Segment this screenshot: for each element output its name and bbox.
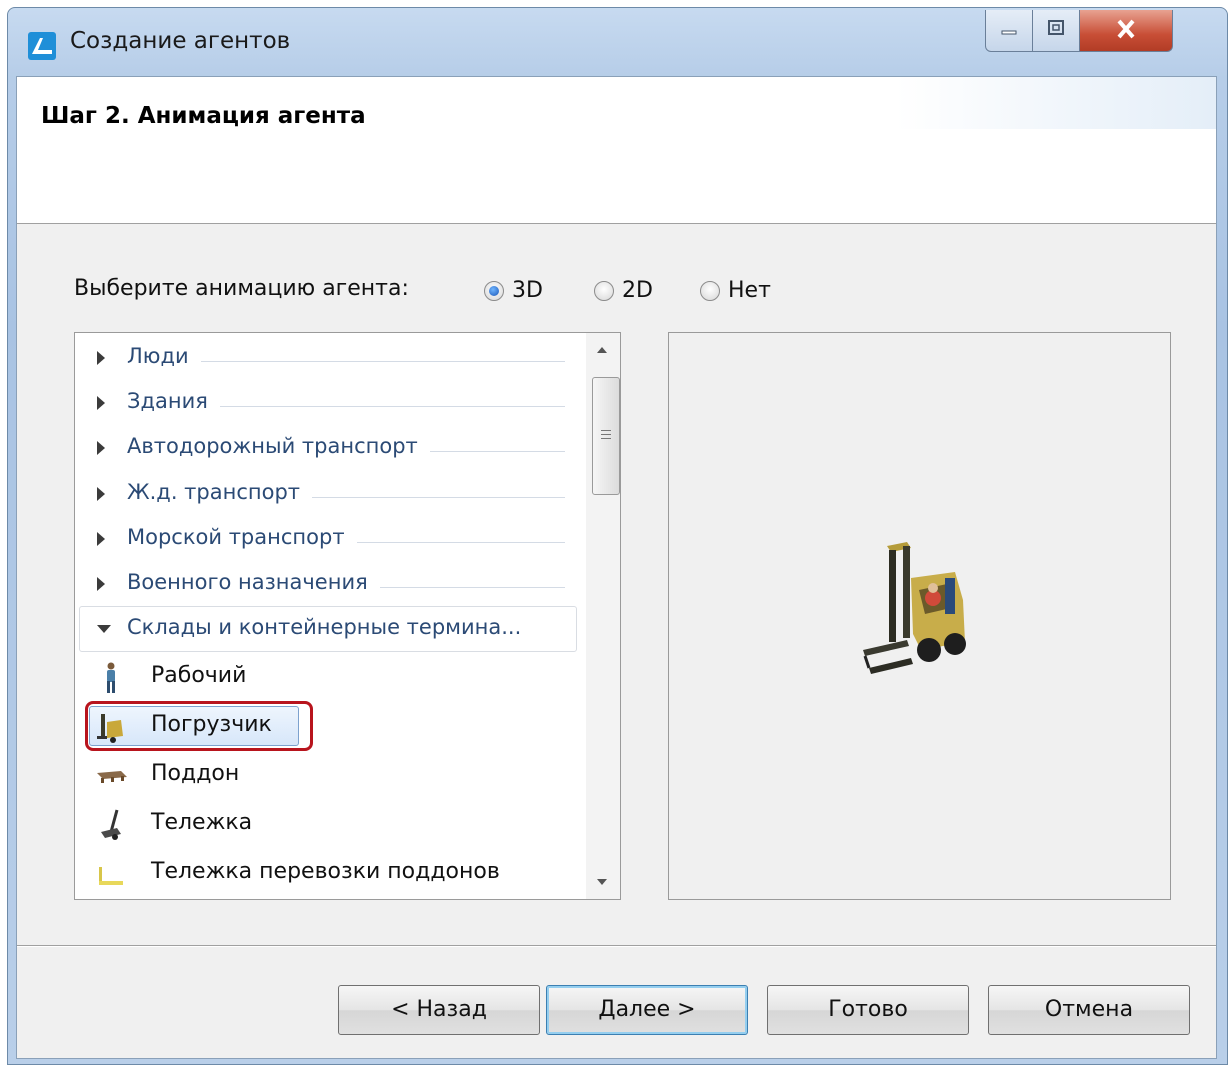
- category-label: Автодорожный транспорт: [127, 434, 430, 458]
- radio-label: 2D: [622, 278, 653, 303]
- item-label: Тележка перевозки поддонов: [151, 859, 500, 884]
- category-warehouses[interactable]: Склады и контейнерные термина...: [79, 606, 577, 652]
- dialog-content: Шаг 2. Анимация агента Выберите анимацию…: [16, 76, 1217, 1059]
- category-label: Морской транспорт: [127, 525, 357, 549]
- maximize-button[interactable]: [1032, 10, 1080, 52]
- animation-list[interactable]: Люди Здания Автодорожный транспорт Ж.д. …: [74, 332, 621, 900]
- expand-arrow-icon[interactable]: [97, 532, 105, 546]
- close-button[interactable]: [1079, 10, 1173, 52]
- scroll-down-button[interactable]: [586, 865, 620, 899]
- list-scrollbar[interactable]: [586, 333, 620, 899]
- category-label: Военного назначения: [127, 570, 380, 594]
- category-military[interactable]: Военного назначения: [75, 562, 565, 606]
- forklift-icon: [95, 710, 129, 744]
- category-road-transport[interactable]: Автодорожный транспорт: [75, 426, 565, 470]
- radio-label: 3D: [512, 278, 543, 303]
- item-label: Рабочий: [151, 663, 247, 688]
- finish-button[interactable]: Готово: [767, 985, 969, 1035]
- list-item-worker[interactable]: Рабочий: [95, 655, 565, 699]
- radio-3d[interactable]: 3D: [484, 278, 543, 303]
- title-bar[interactable]: Создание агентов: [8, 8, 1227, 76]
- minimize-button[interactable]: [985, 10, 1033, 52]
- worker-icon: [95, 661, 129, 695]
- animation-preview: [668, 332, 1171, 900]
- back-button[interactable]: < Назад: [338, 985, 540, 1035]
- category-label: Ж.д. транспорт: [127, 480, 313, 504]
- collapse-arrow-icon[interactable]: [97, 625, 111, 633]
- list-item-pallet-jack[interactable]: Тележка перевозки поддонов: [95, 851, 565, 895]
- radio-2d[interactable]: 2D: [594, 278, 653, 303]
- radio-label: Нет: [728, 278, 771, 303]
- list-item-hand-truck[interactable]: Тележка: [95, 802, 565, 846]
- category-buildings[interactable]: Здания: [75, 381, 565, 425]
- next-button[interactable]: Далее >: [546, 985, 748, 1035]
- expand-arrow-icon[interactable]: [97, 351, 105, 365]
- category-label: Люди: [127, 344, 201, 368]
- cancel-button[interactable]: Отмена: [988, 985, 1190, 1035]
- scroll-up-icon: [597, 347, 607, 353]
- category-sea-transport[interactable]: Морской транспорт: [75, 517, 565, 561]
- wizard-header: Шаг 2. Анимация агента: [17, 77, 1216, 224]
- hand-truck-icon: [95, 808, 129, 842]
- dialog-window: Создание агентов Шаг 2. Анимация агента …: [7, 7, 1228, 1065]
- step-title: Шаг 2. Анимация агента: [41, 103, 366, 129]
- close-icon: [1080, 18, 1172, 44]
- category-label: Здания: [127, 389, 220, 413]
- pallet-jack-icon: [95, 857, 129, 891]
- item-label: Погрузчик: [151, 712, 272, 737]
- radio-indicator[interactable]: [484, 280, 504, 301]
- forklift-3d-preview: [863, 542, 966, 674]
- expand-arrow-icon[interactable]: [97, 396, 105, 410]
- category-label: Склады и контейнерные термина...: [127, 615, 534, 639]
- animation-prompt: Выберите анимацию агента:: [74, 276, 409, 301]
- item-label: Поддон: [151, 761, 240, 786]
- scroll-up-button[interactable]: [586, 333, 620, 367]
- scroll-thumb[interactable]: [592, 377, 620, 495]
- list-item-pallet[interactable]: Поддон: [95, 753, 565, 797]
- expand-arrow-icon[interactable]: [97, 441, 105, 455]
- category-people[interactable]: Люди: [75, 336, 565, 380]
- expand-arrow-icon[interactable]: [97, 577, 105, 591]
- pallet-icon: [95, 759, 129, 793]
- radio-indicator[interactable]: [594, 280, 614, 301]
- radio-indicator[interactable]: [700, 280, 720, 301]
- radio-none[interactable]: Нет: [700, 278, 771, 303]
- anylogic-app-icon: [28, 32, 56, 60]
- category-rail-transport[interactable]: Ж.д. транспорт: [75, 472, 565, 516]
- item-label: Тележка: [151, 810, 253, 835]
- maximize-icon: [1033, 18, 1079, 42]
- window-title: Создание агентов: [70, 28, 291, 54]
- expand-arrow-icon[interactable]: [97, 487, 105, 501]
- scroll-down-icon: [597, 879, 607, 885]
- list-item-forklift[interactable]: Погрузчик: [89, 704, 565, 748]
- minimize-icon: [986, 18, 1032, 42]
